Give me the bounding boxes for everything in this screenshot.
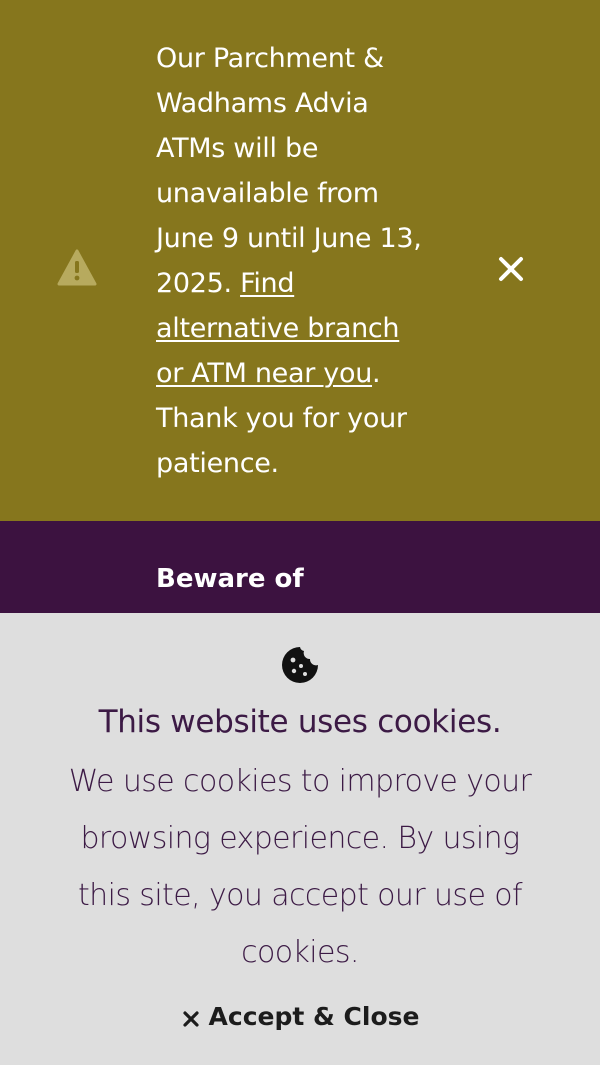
cookie-heading: This website uses cookies. [98, 704, 502, 740]
warning-triangle-icon [57, 249, 97, 287]
alert-text-before-link: Our Parchment & Wadhams Advia ATMs will … [156, 43, 422, 299]
alert-banner: Our Parchment & Wadhams Advia ATMs will … [0, 0, 600, 521]
fraud-notice-banner: Beware of [0, 521, 600, 613]
cookie-icon [281, 646, 319, 684]
close-x-icon [181, 1006, 201, 1027]
close-icon [494, 257, 528, 289]
cookie-body-text: We use cookies to improve your browsing … [68, 764, 532, 970]
accept-close-label: Accept & Close [208, 1001, 420, 1031]
alert-message: Our Parchment & Wadhams Advia ATMs will … [156, 36, 426, 486]
notice-title: Beware of [156, 564, 304, 594]
page: Our Parchment & Wadhams Advia ATMs will … [0, 0, 600, 1065]
cookie-consent-banner: This website uses cookies. We use cookie… [0, 613, 600, 1065]
alert-close-button[interactable] [494, 252, 528, 286]
accept-close-button[interactable]: Accept & Close [170, 994, 430, 1038]
